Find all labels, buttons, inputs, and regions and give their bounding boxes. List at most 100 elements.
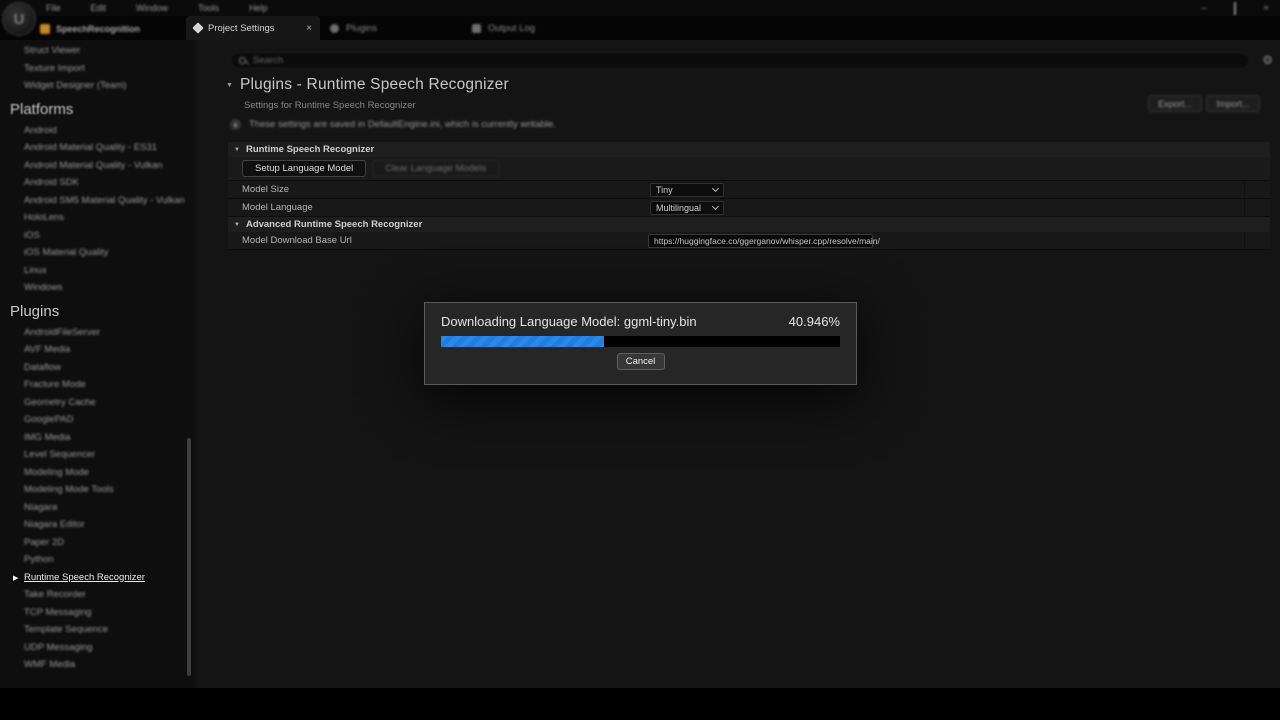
page-subtitle: Settings for Runtime Speech Recognizer [244, 100, 416, 111]
section-title: Runtime Speech Recognizer [246, 144, 374, 155]
download-progress-bar [441, 336, 840, 347]
import-button[interactable]: Import... [1206, 95, 1260, 112]
plugins-icon [330, 24, 339, 33]
sidebar-item-androidfileserver[interactable]: AndroidFileServer [0, 324, 196, 342]
clear-language-models-button[interactable]: Clear Language Models [372, 160, 499, 177]
collapse-icon: ▼ [234, 222, 240, 228]
close-window-icon[interactable]: × [1260, 3, 1272, 14]
project-settings-icon [192, 22, 203, 33]
collapse-icon[interactable]: ▼ [226, 82, 233, 89]
minimize-icon[interactable]: – [1198, 3, 1210, 14]
selected-item-label: Runtime Speech Recognizer [24, 572, 145, 583]
tab-bar: SpeechRecognition Project Settings × Plu… [0, 16, 1280, 40]
close-tab-icon[interactable]: × [306, 23, 312, 34]
search-input[interactable] [253, 55, 1241, 66]
sidebar-item-runtime-speech-recognizer[interactable]: ▶ Runtime Speech Recognizer [0, 569, 196, 587]
sidebar-item-modeling-mode[interactable]: Modeling Mode [0, 464, 196, 482]
sidebar-item-dataflow[interactable]: Dataflow [0, 359, 196, 377]
sidebar-item-hololens[interactable]: HoloLens [0, 209, 196, 227]
section-header-advanced[interactable]: ▼ Advanced Runtime Speech Recognizer [228, 217, 1270, 232]
sidebar-item-python[interactable]: Python [0, 551, 196, 569]
tab-project-settings[interactable]: Project Settings × [186, 16, 320, 40]
project-tab[interactable]: SpeechRecognition [40, 19, 140, 39]
sidebar-item-niagara-editor[interactable]: Niagara Editor [0, 516, 196, 534]
sidebar-item-widget-designer[interactable]: Widget Designer (Team) [0, 77, 196, 95]
model-download-base-url-row: Model Download Base Url https://huggingf… [228, 232, 1270, 250]
menu-bar: File Edit Window Tools Help – × [0, 0, 1280, 16]
sidebar-item-niagara[interactable]: Niagara [0, 499, 196, 517]
unreal-logo-icon[interactable]: U [2, 2, 36, 36]
sidebar-item-android-sdk[interactable]: Android SDK [0, 174, 196, 192]
sidebar-item-udp-messaging[interactable]: UDP Messaging [0, 639, 196, 657]
sidebar-item-windows[interactable]: Windows [0, 279, 196, 297]
writable-status-icon [230, 119, 241, 130]
menu-window[interactable]: Window [132, 3, 172, 13]
model-size-dropdown[interactable]: Tiny [650, 183, 724, 197]
sidebar-item-android[interactable]: Android [0, 122, 196, 140]
sidebar-item-paper-2d[interactable]: Paper 2D [0, 534, 196, 552]
tab-output-log[interactable]: Output Log [472, 16, 535, 40]
sidebar-item-android-sm5-mq-vulkan[interactable]: Android SM5 Material Quality - Vulkan [0, 192, 196, 210]
sidebar-item-img-media[interactable]: IMG Media [0, 429, 196, 447]
maximize-icon[interactable] [1229, 3, 1241, 14]
sidebar-item-geometry-cache[interactable]: Geometry Cache [0, 394, 196, 412]
chevron-down-icon [712, 203, 719, 210]
sidebar-item-modeling-mode-tools[interactable]: Modeling Mode Tools [0, 481, 196, 499]
sidebar-section-platforms: Platforms [0, 98, 196, 122]
search-bar[interactable] [230, 52, 1250, 69]
model-language-dropdown[interactable]: Multilingual [650, 201, 724, 215]
sidebar-scrollbar[interactable] [187, 438, 191, 676]
panel-settings-gear-icon[interactable]: ⚙ [1262, 53, 1273, 67]
sidebar-item-wmf-media[interactable]: WMF Media [0, 656, 196, 674]
sidebar-item-ios-mq[interactable]: iOS Material Quality [0, 244, 196, 262]
menu-tools[interactable]: Tools [194, 3, 223, 13]
model-language-value: Multilingual [656, 203, 701, 213]
model-size-value: Tiny [656, 185, 673, 195]
tab-label: Output Log [488, 23, 535, 34]
tab-plugins[interactable]: Plugins [330, 16, 377, 40]
page-title: Plugins - Runtime Speech Recognizer [240, 76, 509, 94]
download-percent: 40.946% [789, 314, 840, 329]
model-size-label: Model Size [228, 184, 289, 195]
sidebar-item-android-mq-vulkan[interactable]: Android Material Quality - Vulkan [0, 157, 196, 175]
export-button[interactable]: Export... [1148, 95, 1202, 112]
sidebar-item-level-sequencer[interactable]: Level Sequencer [0, 446, 196, 464]
tab-label: Plugins [346, 23, 377, 34]
sidebar-item-android-mq-es31[interactable]: Android Material Quality - ES31 [0, 139, 196, 157]
sidebar-item-take-recorder[interactable]: Take Recorder [0, 586, 196, 604]
config-file-notice: These settings are saved in DefaultEngin… [249, 119, 556, 130]
project-icon [40, 24, 50, 34]
window-bottom-edge [0, 688, 1280, 720]
menu-edit[interactable]: Edit [87, 3, 111, 13]
section-title: Advanced Runtime Speech Recognizer [246, 219, 422, 230]
model-download-base-url-label: Model Download Base Url [228, 235, 352, 246]
model-language-row: Model Language Multilingual [228, 199, 1270, 217]
output-log-icon [472, 24, 481, 33]
sidebar-item-googlepad[interactable]: GooglePAD [0, 411, 196, 429]
menu-file[interactable]: File [42, 3, 65, 13]
model-download-base-url-field[interactable]: https://huggingface.co/ggerganov/whisper… [648, 234, 873, 248]
cancel-button[interactable]: Cancel [617, 353, 665, 370]
download-progress-fill [441, 336, 604, 347]
project-tab-label: SpeechRecognition [56, 24, 140, 34]
sidebar-item-template-sequence[interactable]: Template Sequence [0, 621, 196, 639]
sidebar-item-tcp-messaging[interactable]: TCP Messaging [0, 604, 196, 622]
settings-category-sidebar: Struct Viewer Texture Import Widget Desi… [0, 40, 196, 688]
section-header-runtime-speech-recognizer[interactable]: ▼ Runtime Speech Recognizer [228, 142, 1270, 157]
sidebar-item-avf-media[interactable]: AVF Media [0, 341, 196, 359]
chevron-down-icon [712, 185, 719, 192]
search-icon [239, 57, 247, 65]
sidebar-item-fracture-mode[interactable]: Fracture Mode [0, 376, 196, 394]
sidebar-section-plugins: Plugins [0, 300, 196, 324]
download-dialog-title: Downloading Language Model: ggml-tiny.bi… [441, 314, 697, 329]
sidebar-item-ios[interactable]: iOS [0, 227, 196, 245]
sidebar-item-linux[interactable]: Linux [0, 262, 196, 280]
setup-language-model-button[interactable]: Setup Language Model [242, 160, 366, 177]
unreal-editor-window: File Edit Window Tools Help – × U Speech… [0, 0, 1280, 720]
sidebar-item-texture-import[interactable]: Texture Import [0, 60, 196, 78]
menu-help[interactable]: Help [245, 3, 272, 13]
collapse-icon: ▼ [234, 147, 240, 153]
download-dialog: Downloading Language Model: ggml-tiny.bi… [424, 302, 857, 385]
sidebar-item-struct-viewer[interactable]: Struct Viewer [0, 42, 196, 60]
tab-label: Project Settings [208, 23, 300, 34]
